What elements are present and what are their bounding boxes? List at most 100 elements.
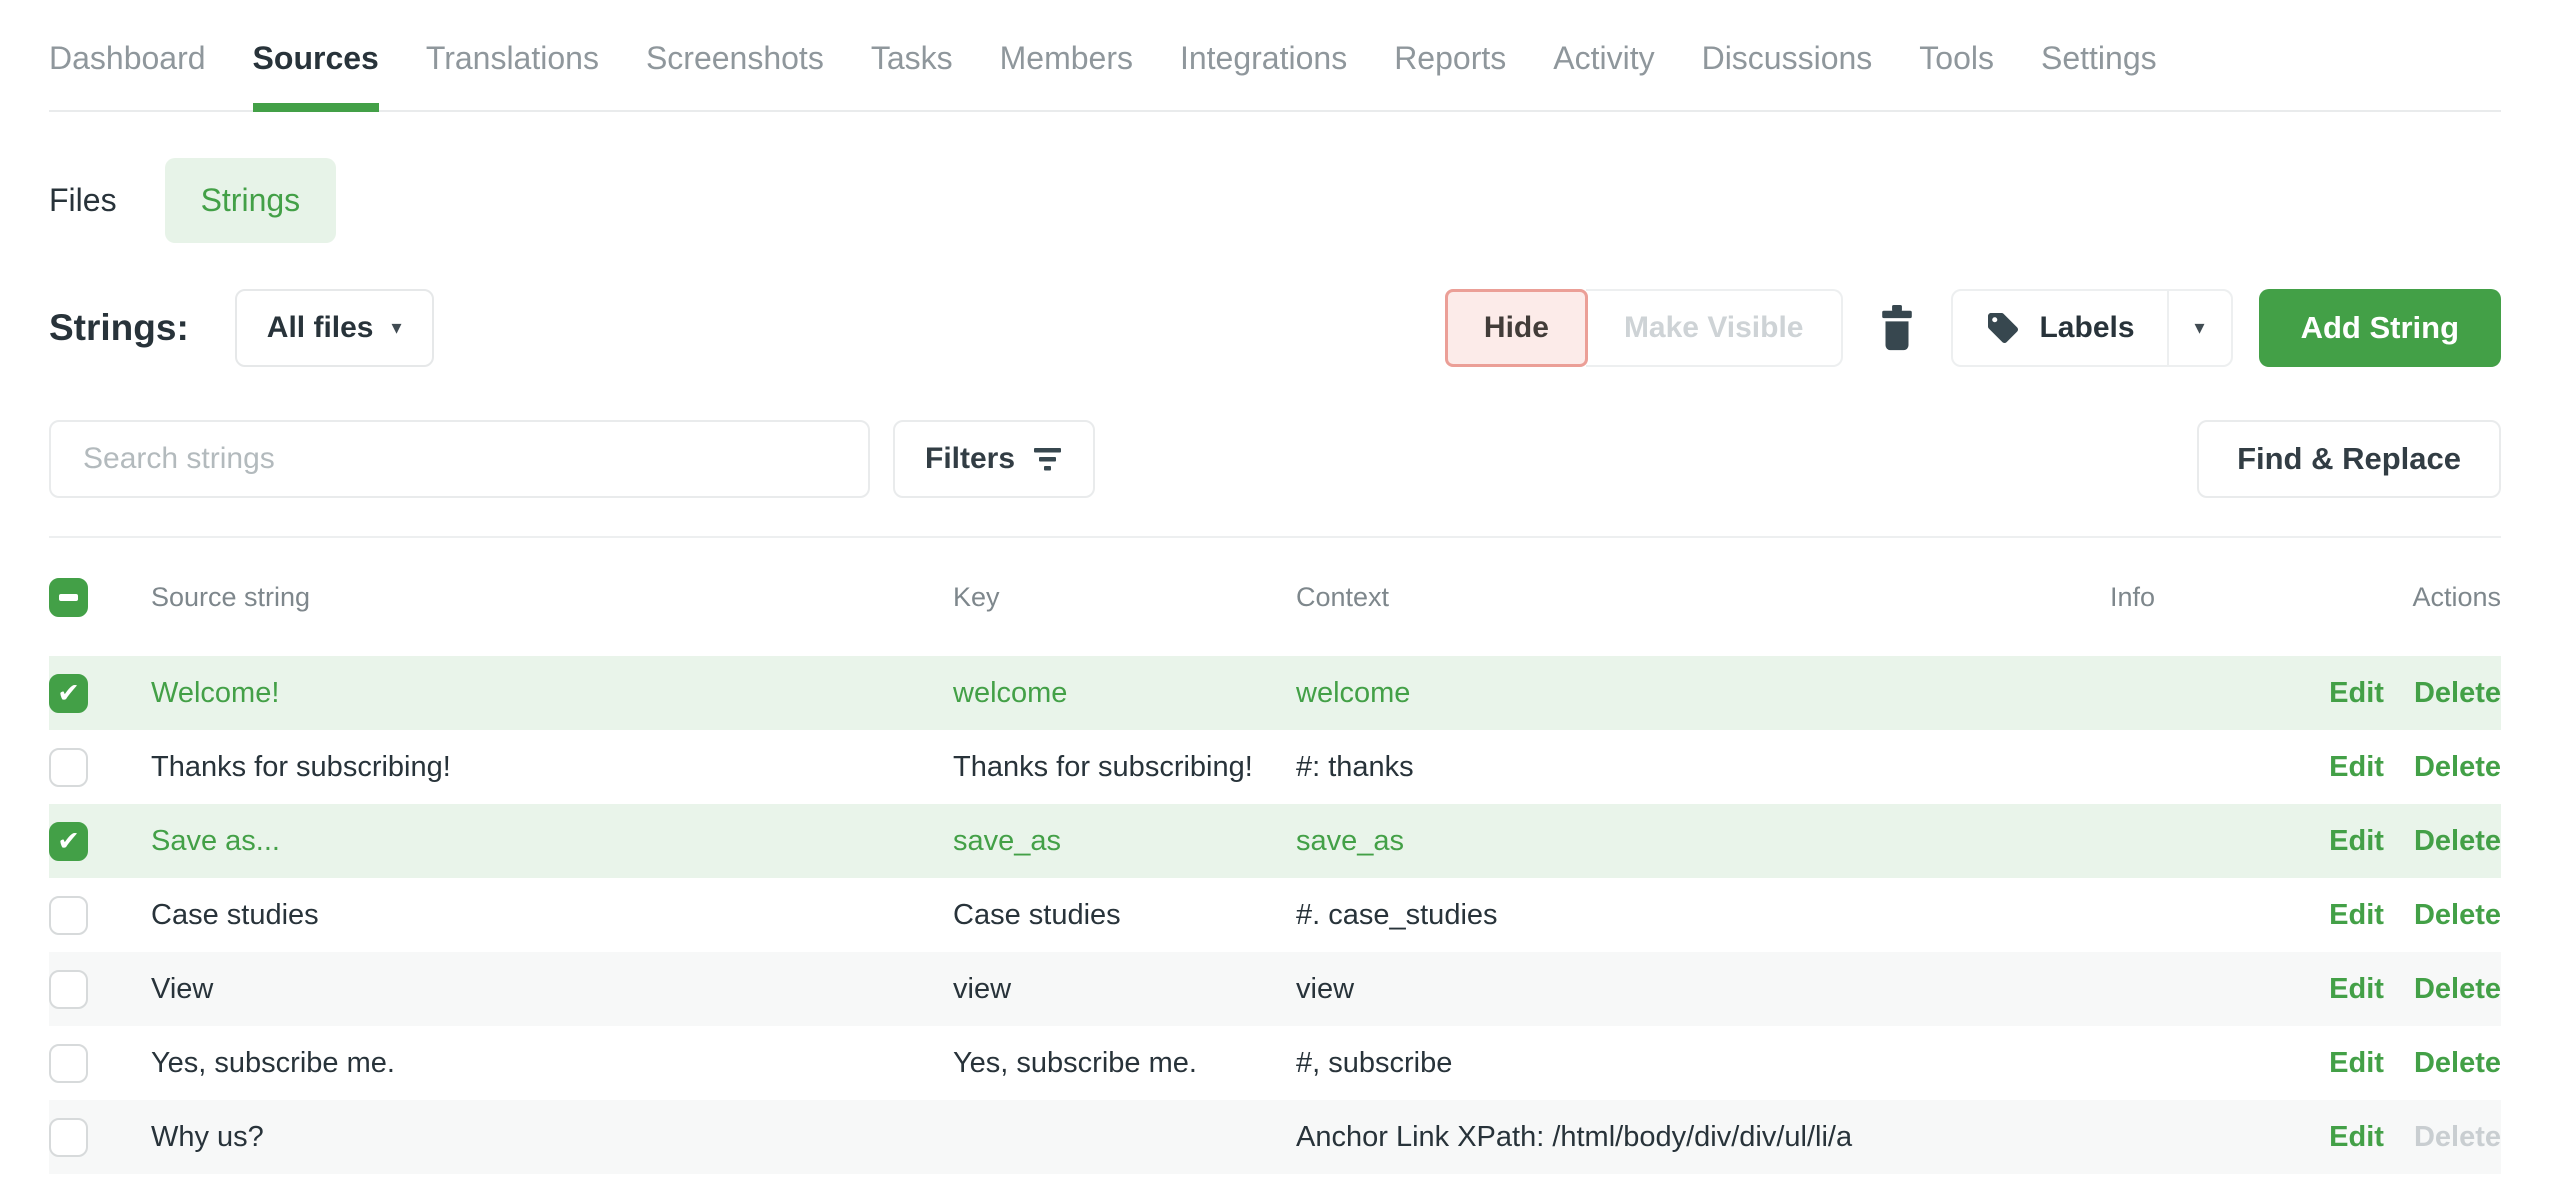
row-actions: Edit Delete (2329, 677, 2501, 710)
file-filter-value: All files (267, 311, 374, 345)
table-row: ✔ Thanks for subscribing! Thanks for sub… (49, 730, 2501, 804)
source-string-cell: Case studies (151, 899, 953, 932)
delete-link[interactable]: Delete (2414, 1047, 2501, 1080)
file-filter-dropdown[interactable]: All files ▾ (235, 289, 434, 367)
key-cell: save_as (953, 825, 1296, 858)
delete-link[interactable]: Delete (2414, 973, 2501, 1006)
source-string-cell: Thanks for subscribing! (151, 751, 953, 784)
column-header-source-string: Source string (151, 582, 953, 613)
filters-button-label: Filters (925, 442, 1015, 476)
labels-split-button: Labels ▾ (1951, 289, 2232, 367)
column-header-key: Key (953, 582, 1296, 613)
source-string-cell: Welcome! (151, 677, 953, 710)
nav-item-reports[interactable]: Reports (1394, 40, 1506, 110)
row-checkbox[interactable]: ✔ (49, 822, 88, 861)
source-string-cell: Why us? (151, 1121, 953, 1154)
nav-item-activity[interactable]: Activity (1553, 40, 1654, 110)
nav-item-dashboard[interactable]: Dashboard (49, 40, 206, 110)
key-cell: welcome (953, 677, 1296, 710)
row-actions: Edit Delete (2329, 825, 2501, 858)
column-header-actions: Actions (2412, 582, 2501, 613)
filter-lines-icon (1033, 446, 1063, 472)
edit-link[interactable]: Edit (2329, 899, 2384, 932)
key-cell: view (953, 973, 1296, 1006)
delete-link[interactable]: Delete (2414, 899, 2501, 932)
nav-item-translations[interactable]: Translations (426, 40, 599, 110)
edit-link[interactable]: Edit (2329, 1121, 2384, 1154)
delete-selected-button[interactable] (1869, 289, 1925, 367)
table-body: ✔ Welcome! welcome welcome Edit Delete ✔… (49, 656, 2501, 1174)
check-icon: ✔ (57, 680, 80, 707)
chevron-down-icon: ▾ (2195, 318, 2205, 338)
nav-item-settings[interactable]: Settings (2041, 40, 2157, 110)
row-checkbox[interactable]: ✔ (49, 1044, 88, 1083)
context-cell: save_as (1296, 825, 1956, 858)
context-cell: view (1296, 973, 1956, 1006)
source-string-cell: View (151, 973, 953, 1006)
minus-icon (59, 594, 78, 601)
nav-item-screenshots[interactable]: Screenshots (646, 40, 824, 110)
nav-item-integrations[interactable]: Integrations (1180, 40, 1347, 110)
search-row: Filters Find & Replace (49, 420, 2501, 538)
labels-button[interactable]: Labels (1953, 291, 2166, 365)
column-header-info: Info (2110, 582, 2155, 613)
row-checkbox[interactable]: ✔ (49, 748, 88, 787)
row-checkbox[interactable]: ✔ (49, 970, 88, 1009)
context-cell: Anchor Link XPath: /html/body/div/div/ul… (1296, 1121, 1956, 1154)
table-header-row: ✔ Source string Key Context Info Actions (49, 538, 2501, 656)
key-cell: Case studies (953, 899, 1296, 932)
add-string-button[interactable]: Add String (2259, 289, 2501, 367)
column-header-context: Context (1296, 582, 1956, 613)
make-visible-button[interactable]: Make Visible (1586, 289, 1844, 367)
search-input[interactable] (49, 420, 870, 498)
edit-link[interactable]: Edit (2329, 825, 2384, 858)
row-checkbox[interactable]: ✔ (49, 896, 88, 935)
edit-link[interactable]: Edit (2329, 973, 2384, 1006)
nav-item-sources[interactable]: Sources (253, 40, 379, 110)
key-cell: Thanks for subscribing! (953, 751, 1296, 784)
top-nav: Dashboard Sources Translations Screenshots T… (49, 0, 2501, 112)
select-all-checkbox[interactable]: ✔ (49, 578, 88, 617)
key-cell: Yes, subscribe me. (953, 1047, 1296, 1080)
chevron-down-icon: ▾ (391, 318, 401, 338)
table-row: ✔ Save as... save_as save_as Edit Delete (49, 804, 2501, 878)
row-actions: Edit Delete (2329, 1121, 2501, 1154)
row-checkbox[interactable]: ✔ (49, 1118, 88, 1157)
labels-dropdown-toggle[interactable]: ▾ (2167, 291, 2231, 365)
source-string-cell: Yes, subscribe me. (151, 1047, 953, 1080)
context-cell: #, subscribe (1296, 1047, 1956, 1080)
delete-link[interactable]: Delete (2414, 825, 2501, 858)
tab-files[interactable]: Files (49, 182, 117, 219)
source-string-cell: Save as... (151, 825, 953, 858)
edit-link[interactable]: Edit (2329, 751, 2384, 784)
delete-link[interactable]: Delete (2414, 677, 2501, 710)
row-actions: Edit Delete (2329, 751, 2501, 784)
nav-item-tasks[interactable]: Tasks (871, 40, 953, 110)
nav-item-members[interactable]: Members (1000, 40, 1133, 110)
row-actions: Edit Delete (2329, 899, 2501, 932)
tab-strings[interactable]: Strings (165, 158, 337, 243)
strings-toolbar: Strings: All files ▾ Hide Make Visible (49, 289, 2501, 367)
page-title: Strings: (49, 307, 189, 349)
row-actions: Edit Delete (2329, 973, 2501, 1006)
hide-button[interactable]: Hide (1445, 289, 1588, 367)
row-checkbox[interactable]: ✔ (49, 674, 88, 713)
table-row: ✔ Case studies Case studies #. case_stud… (49, 878, 2501, 952)
table-row: ✔ Why us? Anchor Link XPath: /html/body/… (49, 1100, 2501, 1174)
nav-item-tools[interactable]: Tools (1919, 40, 1994, 110)
strings-table: ✔ Source string Key Context Info Actions… (49, 538, 2501, 1174)
row-actions: Edit Delete (2329, 1047, 2501, 1080)
edit-link[interactable]: Edit (2329, 1047, 2384, 1080)
find-replace-button[interactable]: Find & Replace (2197, 420, 2501, 498)
labels-button-label: Labels (2039, 311, 2134, 345)
context-cell: #: thanks (1296, 751, 1956, 784)
source-view-tabs: Files Strings (49, 158, 2501, 243)
context-cell: #. case_studies (1296, 899, 1956, 932)
nav-item-discussions[interactable]: Discussions (1702, 40, 1873, 110)
edit-link[interactable]: Edit (2329, 677, 2384, 710)
check-icon: ✔ (57, 828, 80, 855)
delete-link[interactable]: Delete (2414, 751, 2501, 784)
tag-icon (1985, 310, 2021, 346)
filters-button[interactable]: Filters (893, 420, 1095, 498)
trash-icon (1877, 305, 1917, 351)
